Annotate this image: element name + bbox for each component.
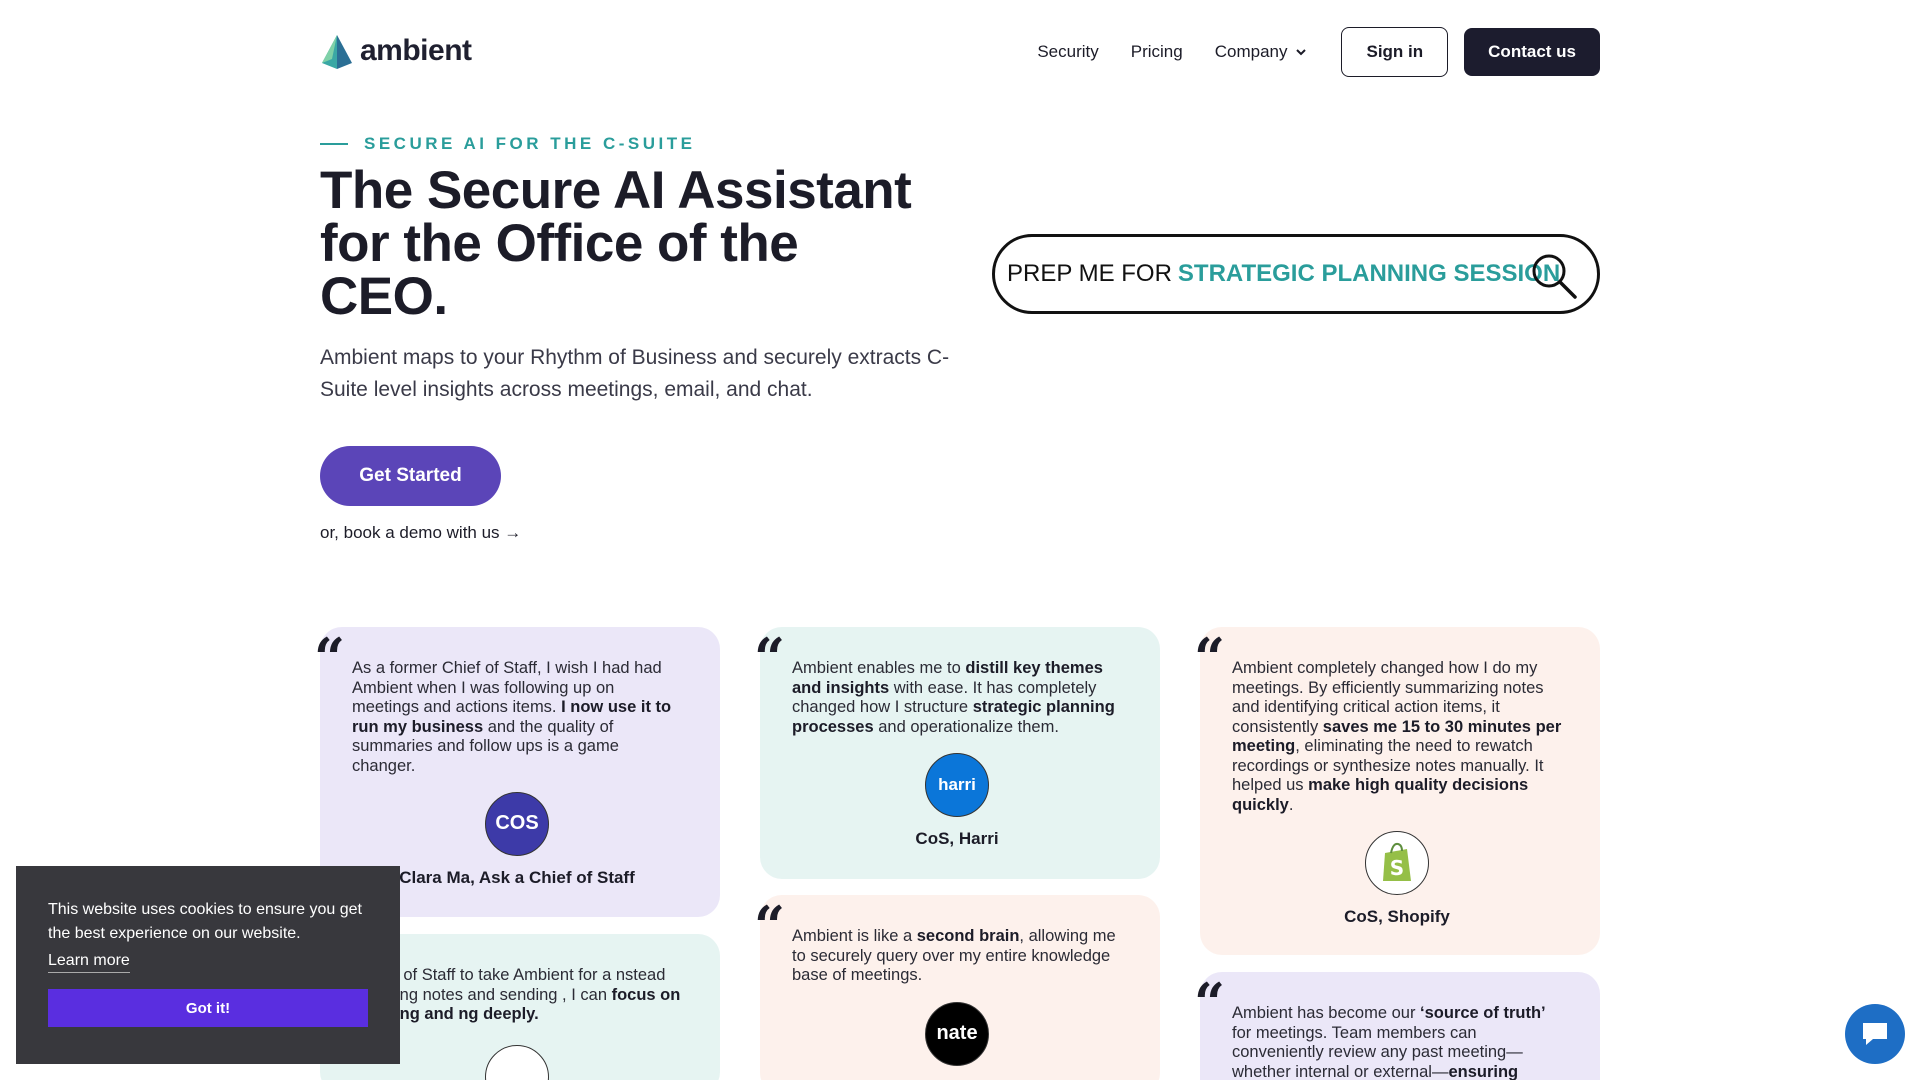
top-nav: ambient Security Pricing Company Sign in… <box>320 27 1600 77</box>
hero-subtitle: Ambient maps to your Rhythm of Business … <box>320 346 950 401</box>
testimonial-text: Ambient enables me to distill key themes… <box>792 659 1122 737</box>
testimonial-segment: Ambient has become our <box>1232 1004 1421 1022</box>
search-prefix: PREP ME FOR <box>1007 260 1172 287</box>
contact-button[interactable]: Contact us <box>1464 28 1600 76</box>
testimonial-text: As a former Chief of Staff, I wish I had… <box>352 659 682 776</box>
testimonial-card: “ Ambient enables me to distill key them… <box>754 627 1160 879</box>
get-started-button[interactable]: Get Started <box>320 446 501 506</box>
quote-icon: “ <box>754 894 786 958</box>
testimonial-card: “ Ambient is like a second brain, allowi… <box>754 895 1160 1080</box>
search-prompt: PREP ME FOR STRATEGIC PLANNING SESSION <box>992 234 1600 314</box>
nav-pricing[interactable]: Pricing <box>1131 42 1183 62</box>
brand-name: ambient <box>360 34 472 67</box>
signin-button[interactable]: Sign in <box>1341 27 1449 77</box>
testimonial-card: “ Ambient completely changed how I do my… <box>1194 627 1600 955</box>
logo-icon <box>322 35 352 69</box>
cookie-accept-button[interactable]: Got it! <box>48 989 368 1027</box>
testimonial-segment: Ambient enables me to <box>792 659 966 677</box>
testimonial-text: Chiefs of Staff to take Ambient for a ns… <box>352 966 682 1025</box>
company-logo: harri <box>925 753 989 817</box>
testimonial-author: CoS, Shopify <box>1344 907 1450 926</box>
hero-title: The Secure AI Assistant for the Office o… <box>320 161 912 326</box>
cookie-text: This website uses cookies to ensure you … <box>48 901 362 942</box>
eyebrow-text: SECURE AI FOR THE C-SUITE <box>364 134 696 153</box>
nav-company[interactable]: Company <box>1215 42 1310 62</box>
brand-logo[interactable]: ambient <box>320 33 472 69</box>
testimonial-emphasis: ensuring <box>1448 1062 1519 1080</box>
chat-button[interactable] <box>1845 1004 1905 1064</box>
testimonial-segment: and operationalize them. <box>873 717 1059 736</box>
eyebrow: SECURE AI FOR THE C-SUITE <box>320 134 696 154</box>
testimonial-emphasis: second brain <box>916 927 1020 945</box>
testimonial-text: Ambient is like a second brain, allowing… <box>792 927 1122 986</box>
eyebrow-line <box>320 143 348 145</box>
search-icon <box>1532 254 1577 299</box>
logo-label: nate <box>936 1021 978 1044</box>
learn-more-link[interactable]: Learn more <box>48 952 130 973</box>
company-logo: S <box>1365 831 1429 895</box>
chevron-down-icon <box>1296 49 1307 56</box>
quote-icon: “ <box>1194 626 1226 690</box>
chat-icon <box>1863 1023 1887 1045</box>
cookie-banner: This website uses cookies to ensure you … <box>16 866 400 1064</box>
company-logo: nate <box>925 1001 989 1066</box>
company-logo: COS <box>485 792 549 856</box>
testimonial-segment: Ambient is like a <box>792 927 917 945</box>
testimonial-author: Clara Ma, Ask a Chief of Staff <box>399 868 635 887</box>
logo-label: COS <box>495 812 539 835</box>
logo-label: harri <box>938 775 976 795</box>
nav-company-label: Company <box>1214 42 1288 61</box>
nav-security[interactable]: Security <box>1037 42 1098 62</box>
svg-text:S: S <box>1390 856 1404 880</box>
book-demo-link[interactable]: or, book a demo with us → <box>320 523 521 543</box>
search-highlight: STRATEGIC PLANNING SESSION <box>1177 260 1561 287</box>
quote-icon: “ <box>1194 971 1226 1035</box>
shopify-icon: S <box>1383 842 1411 881</box>
quote-icon: “ <box>314 626 346 690</box>
nav-links: Security Pricing Company Sign in Contact… <box>1037 27 1600 77</box>
testimonial-emphasis: ‘source of truth’ <box>1420 1004 1546 1022</box>
testimonial-card: “ Ambient has become our ‘source of trut… <box>1194 972 1600 1080</box>
company-logo <box>485 1044 549 1080</box>
quote-icon: “ <box>754 626 786 690</box>
testimonial-text: Ambient completely changed how I do my m… <box>1232 659 1562 815</box>
testimonial-text: Ambient has become our ‘source of truth’… <box>1232 1004 1562 1080</box>
testimonial-segment: . <box>1288 795 1294 814</box>
testimonial-author: CoS, Harri <box>915 829 999 848</box>
